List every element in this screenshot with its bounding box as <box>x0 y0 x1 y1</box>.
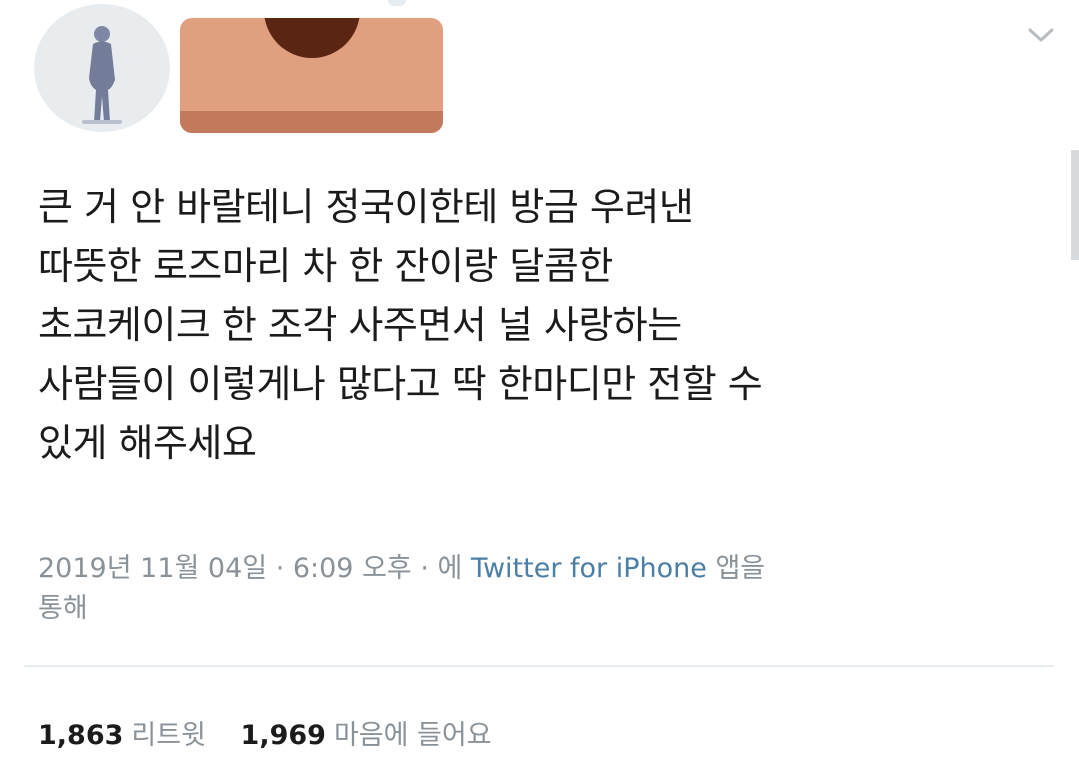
tweet-meta-line2: 통해 <box>38 593 88 624</box>
likes-label: 마음에 들어요 <box>333 720 492 751</box>
divider <box>24 665 1054 667</box>
tweet-source-link[interactable]: Twitter for iPhone <box>471 553 707 584</box>
tweet-meta-suffix: 앱을 <box>706 553 766 584</box>
chevron-down-icon[interactable] <box>1026 24 1056 46</box>
tweet-text-line: 초코케이크 한 조각 사주면서 널 사랑하는 <box>38 303 682 347</box>
redaction-blob <box>264 18 360 58</box>
scrollbar[interactable] <box>1071 150 1079 260</box>
tweet-timestamp[interactable]: 2019년 11월 04일 · 6:09 오후 · 에 <box>38 553 471 584</box>
redaction-band <box>180 111 443 133</box>
retweets-label: 리트윗 <box>131 720 206 751</box>
avatar-figure-icon <box>82 26 122 124</box>
name-redaction <box>180 18 443 133</box>
tweet-text: 큰 거 안 바랄테니 정국이한테 방금 우려낸 따뜻한 로즈마리 차 한 잔이랑… <box>38 178 1028 473</box>
tweet-card: 큰 거 안 바랄테니 정국이한테 방금 우려낸 따뜻한 로즈마리 차 한 잔이랑… <box>0 0 1079 769</box>
avatar[interactable] <box>34 4 170 132</box>
tweet-text-line: 따뜻한 로즈마리 차 한 잔이랑 달콤한 <box>38 244 613 288</box>
retweets-stat[interactable]: 1,863 리트윗 <box>38 716 206 756</box>
likes-stat[interactable]: 1,969 마음에 들어요 <box>241 716 492 756</box>
tweet-meta: 2019년 11월 04일 · 6:09 오후 · 에 Twitter for … <box>38 549 1028 629</box>
top-edge-divider <box>388 0 406 6</box>
tweet-text-line: 있게 해주세요 <box>38 421 257 465</box>
retweets-count: 1,863 <box>38 720 124 751</box>
likes-count: 1,969 <box>240 720 326 751</box>
tweet-text-line: 큰 거 안 바랄테니 정국이한테 방금 우려낸 <box>38 185 694 229</box>
tweet-meta-line: 2019년 11월 04일 · 6:09 오후 · 에 Twitter for … <box>38 549 1028 589</box>
tweet-text-line: 사람들이 이렇게나 많다고 딱 한마디만 전할 수 <box>38 362 763 406</box>
tweet-stats: 1,863 리트윗 1,969 마음에 들어요 <box>38 716 518 756</box>
